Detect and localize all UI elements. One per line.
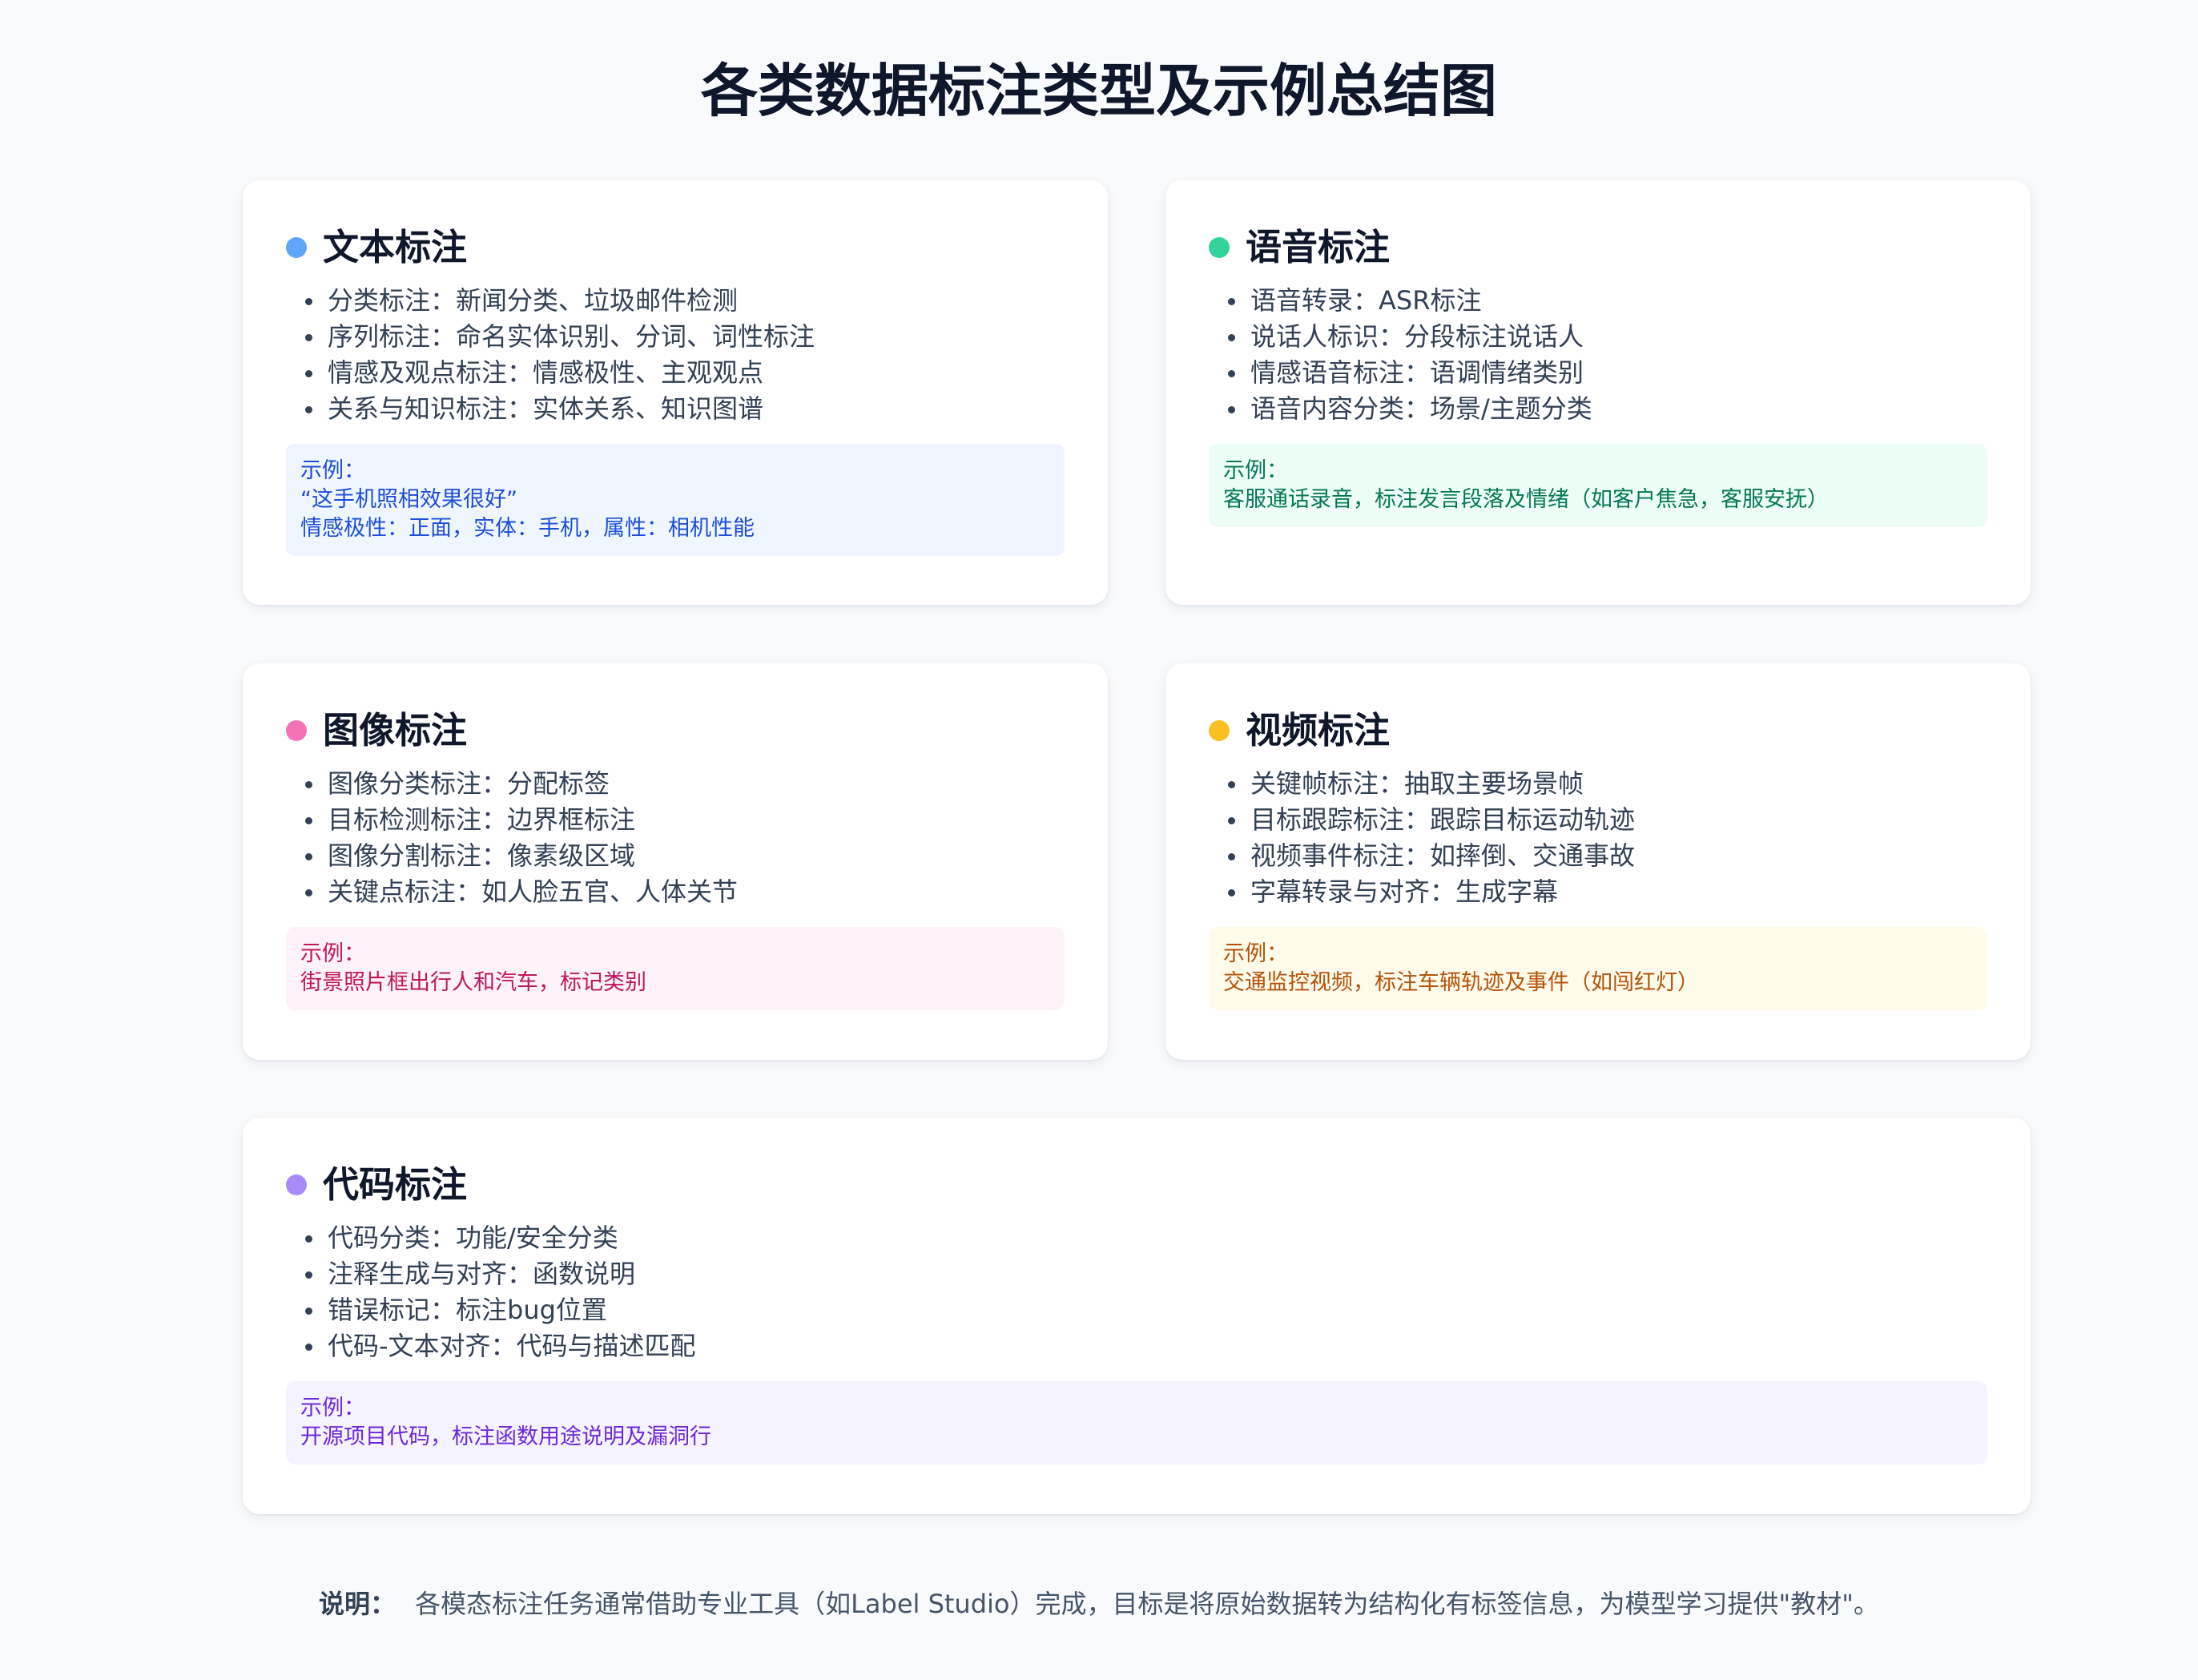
bullet-dot-icon	[1209, 720, 1230, 741]
example-label: 示例：	[300, 941, 365, 966]
example-line: “这手机照相效果很好”	[300, 487, 517, 512]
list-item: 情感语音标注：语调情绪类别	[1228, 355, 1987, 391]
list-item: 分类标注：新闻分类、垃圾邮件检测	[305, 283, 1065, 319]
item-list: 图像分类标注：分配标签 目标检测标注：边界框标注 图像分割标注：像素级区域 关键…	[286, 766, 1065, 910]
footnote-text: 各模态标注任务通常借助专业工具（如Label Studio）完成，目标是将原始数…	[415, 1589, 1879, 1619]
card-header: 代码标注	[286, 1161, 1987, 1209]
list-item: 图像分割标注：像素级区域	[305, 838, 1065, 874]
list-item: 目标跟踪标注：跟踪目标运动轨迹	[1228, 802, 1987, 838]
example-line: 客服通话录音，标注发言段落及情绪（如客户焦急，客服安抚）	[1223, 487, 1829, 512]
list-item: 序列标注：命名实体识别、分词、词性标注	[305, 319, 1065, 355]
bullet-dot-icon	[1209, 237, 1230, 258]
list-item: 错误标记：标注bug位置	[305, 1292, 1987, 1328]
card-title: 代码标注	[323, 1163, 468, 1206]
item-list: 代码分类：功能/安全分类 注释生成与对齐：函数说明 错误标记：标注bug位置 代…	[286, 1220, 1987, 1364]
item-list: 关键帧标注：抽取主要场景帧 目标跟踪标注：跟踪目标运动轨迹 视频事件标注：如摔倒…	[1209, 766, 1987, 910]
bullet-dot-icon	[286, 1174, 307, 1195]
example-box: 示例： 街景照片框出行人和汽车，标记类别	[286, 927, 1065, 1010]
footnote-label: 说明：	[319, 1589, 397, 1619]
list-item: 语音内容分类：场景/主题分类	[1228, 391, 1987, 427]
card-speech-annotation: 语音标注 语音转录：ASR标注 说话人标识：分段标注说话人 情感语音标注：语调情…	[1165, 180, 2031, 605]
list-item: 注释生成与对齐：函数说明	[305, 1256, 1987, 1292]
card-header: 视频标注	[1209, 707, 1987, 755]
list-item: 关键帧标注：抽取主要场景帧	[1228, 766, 1987, 802]
example-line: 交通监控视频，标注车辆轨迹及事件（如闯红灯）	[1223, 970, 1699, 995]
card-header: 语音标注	[1209, 224, 1987, 272]
list-item: 说话人标识：分段标注说话人	[1228, 319, 1987, 355]
list-item: 目标检测标注：边界框标注	[305, 802, 1065, 838]
list-item: 语音转录：ASR标注	[1228, 283, 1987, 319]
example-box: 示例： 开源项目代码，标注函数用途说明及漏洞行	[286, 1381, 1987, 1464]
card-title: 语音标注	[1246, 226, 1391, 268]
card-title: 视频标注	[1246, 709, 1391, 751]
card-title: 文本标注	[323, 226, 468, 268]
example-box: 示例： “这手机照相效果很好” 情感极性：正面，实体：手机，属性：相机性能	[286, 444, 1065, 556]
example-label: 示例：	[1223, 458, 1288, 483]
card-header: 图像标注	[286, 707, 1065, 755]
list-item: 代码-文本对齐：代码与描述匹配	[305, 1328, 1987, 1364]
card-header: 文本标注	[286, 224, 1065, 272]
example-label: 示例：	[300, 458, 365, 483]
example-box: 示例： 交通监控视频，标注车辆轨迹及事件（如闯红灯）	[1209, 927, 1987, 1010]
example-line: 情感极性：正面，实体：手机，属性：相机性能	[300, 516, 755, 541]
list-item: 关键点标注：如人脸五官、人体关节	[305, 874, 1065, 910]
page-title: 各类数据标注类型及示例总结图	[700, 58, 1497, 124]
bullet-dot-icon	[286, 720, 307, 741]
card-image-annotation: 图像标注 图像分类标注：分配标签 目标检测标注：边界框标注 图像分割标注：像素级…	[243, 663, 1108, 1060]
list-item: 视频事件标注：如摔倒、交通事故	[1228, 838, 1987, 874]
item-list: 分类标注：新闻分类、垃圾邮件检测 序列标注：命名实体识别、分词、词性标注 情感及…	[286, 283, 1065, 427]
list-item: 关系与知识标注：实体关系、知识图谱	[305, 391, 1065, 427]
card-video-annotation: 视频标注 关键帧标注：抽取主要场景帧 目标跟踪标注：跟踪目标运动轨迹 视频事件标…	[1165, 663, 2031, 1060]
item-list: 语音转录：ASR标注 说话人标识：分段标注说话人 情感语音标注：语调情绪类别 语…	[1209, 283, 1987, 427]
card-title: 图像标注	[323, 709, 468, 751]
example-box: 示例： 客服通话录音，标注发言段落及情绪（如客户焦急，客服安抚）	[1209, 444, 1987, 527]
example-line: 开源项目代码，标注函数用途说明及漏洞行	[300, 1424, 711, 1449]
footnote: 说明： 各模态标注任务通常借助专业工具（如Label Studio）完成，目标是将…	[0, 1585, 2198, 1623]
list-item: 图像分类标注：分配标签	[305, 766, 1065, 802]
example-line: 街景照片框出行人和汽车，标记类别	[300, 970, 646, 995]
list-item: 代码分类：功能/安全分类	[305, 1220, 1987, 1256]
example-label: 示例：	[300, 1396, 365, 1420]
example-label: 示例：	[1223, 941, 1288, 966]
bullet-dot-icon	[286, 237, 307, 258]
card-code-annotation: 代码标注 代码分类：功能/安全分类 注释生成与对齐：函数说明 错误标记：标注bu…	[243, 1118, 2031, 1514]
list-item: 情感及观点标注：情感极性、主观观点	[305, 355, 1065, 391]
card-text-annotation: 文本标注 分类标注：新闻分类、垃圾邮件检测 序列标注：命名实体识别、分词、词性标…	[243, 180, 1108, 605]
list-item: 字幕转录与对齐：生成字幕	[1228, 874, 1987, 910]
